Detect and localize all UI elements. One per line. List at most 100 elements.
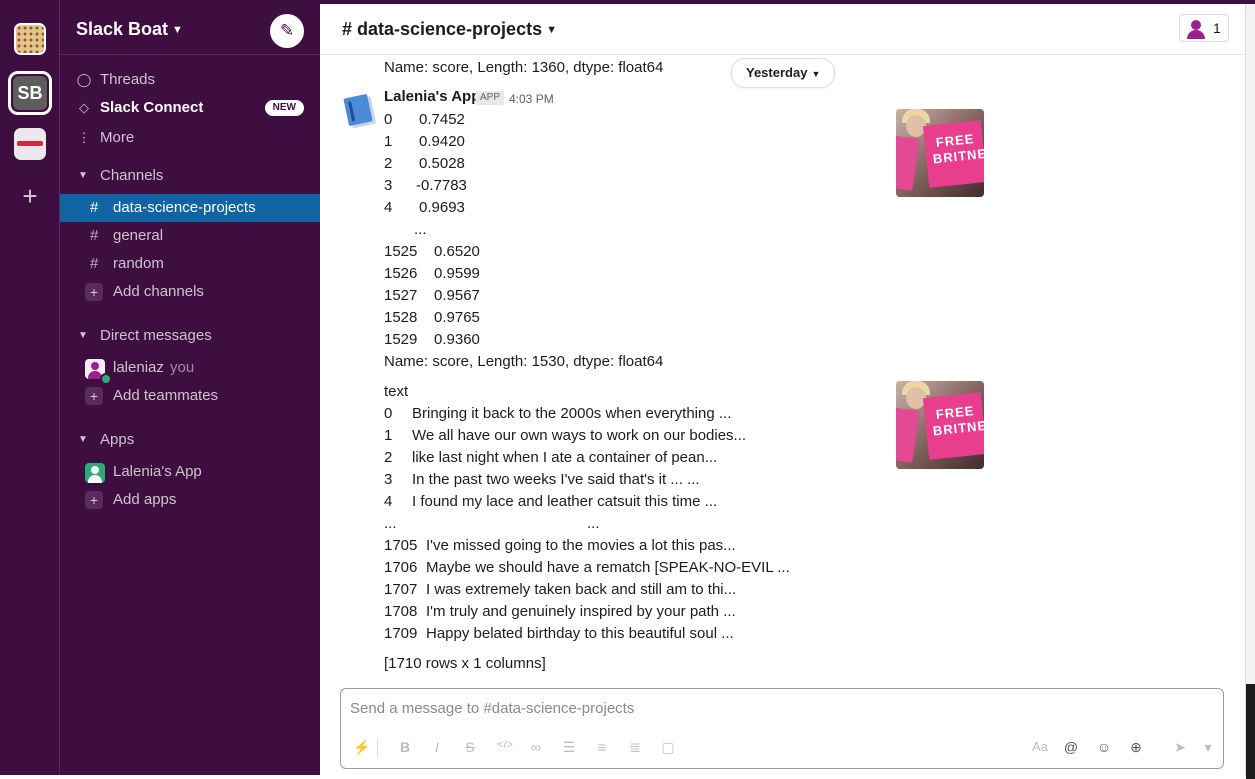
row-index: 1705 [384,537,418,554]
add-channels-label: Add channels [113,283,204,300]
channel-hash-icon: # [90,227,99,244]
row-index: 1527 [384,287,418,304]
section-label: Apps [100,431,135,448]
channel-label: data-science-projects [113,199,256,216]
dm-user-label: laleniaz [113,359,164,376]
composer-placeholder: Send a message to #data-science-projects [350,700,635,717]
compose-button[interactable]: ✎ [270,14,304,48]
attach-icon[interactable]: ⊕ [1127,739,1145,756]
apps-section-header[interactable]: ▼ Apps [60,426,320,454]
link-icon[interactable]: ∞ [527,739,545,755]
sidebar-item-general[interactable]: # general [60,222,320,250]
formatting-icon[interactable]: Aa [1029,739,1051,754]
add-teammates-button[interactable]: + Add teammates [60,382,320,410]
member-count: 1 [1213,20,1221,36]
sidebar-item-label: Slack Connect [100,99,204,116]
workspace-switcher-3[interactable] [14,128,46,160]
channel-label: general [113,227,164,244]
ordered-list-icon[interactable]: ☰ [560,739,578,756]
send-options-icon[interactable]: ▾ [1199,739,1217,756]
row-index: 1707 [384,581,418,598]
message-list[interactable]: Name: score, Length: 1360, dtype: float6… [320,55,1245,680]
you-label: you [170,359,195,376]
channel-title: # data-science-projects [342,19,543,39]
italic-icon[interactable]: I [428,739,446,755]
sidebar-item-label: More [100,129,135,146]
sidebar-item-app[interactable]: Lalenia's App [60,458,320,486]
message-text: [1710 rows x 1 columns] [384,655,546,672]
caret-down-icon: ▼ [78,330,88,341]
chevron-down-icon: ▼ [546,24,557,36]
row-value: 0.9599 [434,265,480,282]
add-apps-label: Add apps [113,491,177,508]
add-apps-button[interactable]: + Add apps [60,486,320,514]
row-index: 2 [384,449,393,466]
row-index: 0 [384,405,393,422]
sidebar-item-more[interactable]: ⋮ More [60,124,320,152]
row-value: 0.5028 [419,155,465,172]
mention-icon[interactable]: @ [1062,739,1080,755]
chevron-down-icon: ▼ [172,24,183,36]
bold-icon[interactable]: B [396,739,414,755]
message-sender[interactable]: Lalenia's App [384,88,480,105]
message-text: Name: score, Length: 1530, dtype: float6… [384,353,664,370]
bulleted-list-icon[interactable]: ≡ [593,739,611,755]
sidebar-item-dm-laleniaz[interactable]: laleniaz you [60,354,320,385]
app-avatar[interactable] [342,92,378,128]
channels-section-header[interactable]: ▼ Channels [60,162,320,190]
row-value: I was extremely taken back and still am … [426,581,737,598]
dm-section-header[interactable]: ▼ Direct messages [60,322,320,350]
sidebar-item-random[interactable]: # random [60,250,320,278]
emoji-icon[interactable]: ☺ [1095,739,1113,755]
section-label: Direct messages [100,327,212,344]
row-index: 1525 [384,243,418,260]
message-composer[interactable]: Send a message to #data-science-projects… [340,688,1224,769]
message-text: Name: score, Length: 1360, dtype: float6… [384,59,664,76]
row-index: 1 [384,133,393,150]
sidebar-item-threads[interactable]: ◯ Threads [60,66,320,94]
message-timestamp[interactable]: 4:03 PM [509,92,554,106]
date-divider-button[interactable]: Yesterday ▼ [731,58,836,88]
row-index: 2 [384,155,393,172]
workspace-name-button[interactable]: Slack Boat ▼ [76,19,183,40]
section-label: Channels [100,167,164,184]
more-icon: ⋮ [77,130,91,145]
image-text: FREE BRITNEY [932,403,984,439]
code-icon[interactable]: </> [494,739,516,751]
row-index: 0 [384,111,393,128]
member-icon [1186,19,1206,39]
image-attachment[interactable]: FREE BRITNEY [896,381,984,469]
add-channels-button[interactable]: + Add channels [60,278,320,306]
strikethrough-icon[interactable]: S [461,739,479,755]
row-value: I've missed going to the movies a lot th… [426,537,736,554]
add-teammates-label: Add teammates [113,387,219,404]
row-index: 1706 [384,559,418,576]
workspace-switcher-1[interactable] [14,23,46,55]
sidebar-item-data-science-projects[interactable]: # data-science-projects [60,194,320,222]
row-value: 0.9693 [419,199,465,216]
code-block-icon[interactable]: ▢ [659,739,677,756]
row-index: 3 [384,471,393,488]
channel-title-button[interactable]: # data-science-projects ▼ [342,19,557,40]
workspace-switcher-sb[interactable]: SB [13,76,47,110]
dataframe-header: text [384,383,409,400]
row-index: 1708 [384,603,418,620]
channel-hash-icon: # [90,199,99,216]
row-value: I'm truly and genuinely inspired by your… [426,603,736,620]
indent-icon[interactable]: ≣ [626,739,644,756]
image-attachment[interactable]: FREE BRITNEY [896,109,984,197]
shortcuts-icon[interactable]: ⚡ [353,739,371,756]
row-value: Bringing it back to the 2000s when every… [412,405,732,422]
row-value: 0.6520 [434,243,480,260]
sidebar-item-slack-connect[interactable]: ◇ Slack Connect NEW [60,94,320,122]
compose-icon: ✎ [279,21,295,40]
members-button[interactable]: 1 [1179,14,1229,42]
send-icon[interactable]: ➤ [1171,739,1189,756]
row-index: 1 [384,427,393,444]
caret-down-icon: ▼ [78,434,88,445]
add-workspace-icon[interactable]: + [0,180,60,212]
row-value: ... [587,515,600,532]
row-index: 1529 [384,331,418,348]
channel-hash-icon: # [90,255,99,272]
sidebar-header: Slack Boat ▼ ✎ [60,4,320,55]
